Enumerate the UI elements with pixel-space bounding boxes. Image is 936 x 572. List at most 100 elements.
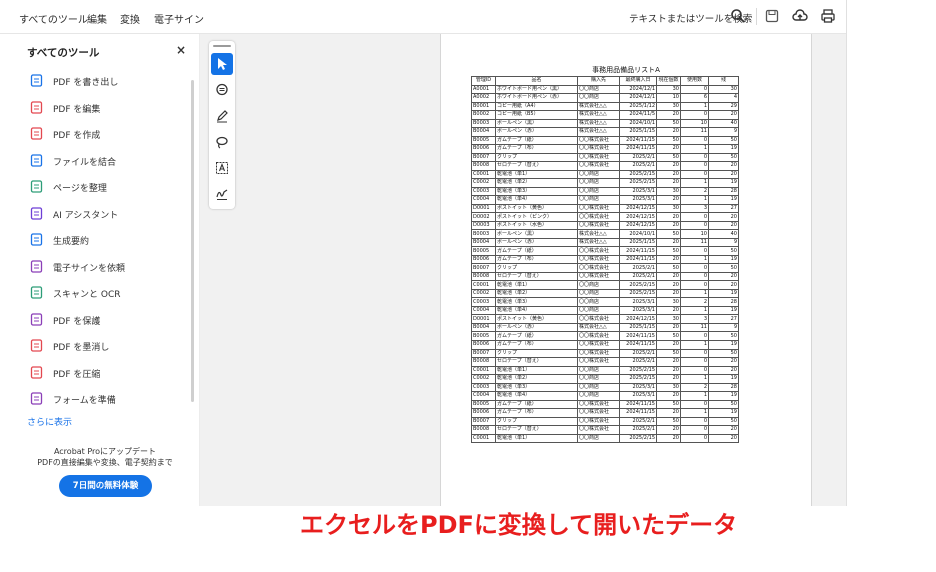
quick-tools-rail — [209, 41, 235, 209]
table-cell: 〇〇商店 — [577, 433, 620, 444]
table-cell: 50 — [656, 246, 681, 256]
table-row: B0005 ガムテープ（紙） 〇〇株式会社 2024/11/15 50 0 50 — [471, 331, 739, 341]
table-cell: コピー用紙（A4） — [495, 101, 578, 112]
table-cell: 〇〇株式会社 — [577, 314, 620, 324]
select-tool-button[interactable] — [211, 53, 233, 75]
document-title: 事務用品備品リストA — [592, 66, 660, 74]
table-cell: C0003 — [471, 186, 496, 197]
table-cell: 2024/11/15 — [619, 399, 657, 410]
table-cell: 〇〇商店 — [577, 305, 620, 316]
scan-ocr-icon — [30, 286, 43, 299]
table-cell: C0001 — [471, 169, 496, 180]
table-row: B0004 ボールペン（赤） 株式会社△△ 2025/1/15 20 11 9 — [471, 322, 739, 333]
sidebar-tool-item[interactable]: AI アシスタント — [30, 206, 190, 224]
sidebar-tool-label: PDF を作成 — [53, 131, 101, 141]
table-cell: 20 — [656, 127, 681, 137]
request-esign-icon — [30, 259, 43, 273]
sidebar-tool-item[interactable]: ページを整理 — [30, 179, 190, 197]
table-cell: 〇〇株式会社 — [577, 263, 620, 273]
table-cell: 0 — [680, 161, 709, 171]
close-icon[interactable]: × — [176, 43, 186, 57]
search-icon[interactable] — [730, 8, 746, 24]
sidebar-tool-label: PDF を墨消し — [53, 343, 110, 353]
table-cell: 19 — [708, 288, 739, 299]
table-cell: 2025/2/15 — [619, 374, 657, 384]
table-cell: 50 — [656, 331, 681, 341]
table-cell: 0 — [680, 416, 709, 427]
sidebar-tool-item[interactable]: スキャンと OCR — [30, 285, 190, 303]
table-cell: 0 — [680, 271, 709, 282]
lasso-tool-button[interactable] — [211, 131, 233, 153]
table-cell: 2025/1/15 — [619, 322, 657, 333]
table-cell: 乾電池（単4） — [495, 391, 578, 401]
sidebar-tool-item[interactable]: PDF を書き出し — [30, 73, 190, 91]
table-cell: B0003 — [471, 229, 496, 239]
table-row: B0007 クリップ 〇〇株式会社 2025/2/1 50 0 50 — [471, 348, 739, 358]
rail-grip[interactable] — [213, 45, 231, 47]
table-row: B0005 ガムテープ（紙） 〇〇株式会社 2024/11/15 50 0 50 — [471, 135, 739, 146]
text-tool-button[interactable] — [211, 157, 233, 179]
sign-tool-button[interactable] — [211, 183, 233, 205]
sidebar-tool-label: 生成要約 — [53, 237, 90, 247]
table-cell: 2024/10/1 — [619, 118, 657, 129]
table-cell: クリップ — [495, 348, 578, 358]
table-row: B0004 ボールペン（赤） 株式会社△△ 2025/1/15 20 11 9 — [471, 127, 739, 137]
free-trial-button[interactable]: 7日間の無料体験 — [59, 475, 152, 497]
sidebar-tool-item[interactable]: 生成要約 — [30, 232, 190, 250]
table-cell: 11 — [680, 237, 709, 248]
sidebar-tool-item[interactable]: PDF を圧縮 — [30, 365, 190, 383]
table-cell: ガムテープ（紙） — [495, 331, 578, 341]
table-row: A0002 ホワイトボード用ペン（赤） 〇〇商店 2024/12/1 10 6 4 — [471, 93, 739, 103]
table-cell: 20 — [656, 161, 681, 171]
table-row: B0006 ガムテープ（布） 〇〇株式会社 2024/11/15 20 1 19 — [471, 254, 739, 265]
show-more-link[interactable]: さらに表示 — [27, 415, 72, 428]
print-icon[interactable] — [820, 8, 836, 24]
table-cell: 2025/3/1 — [619, 186, 657, 197]
table-cell: 乾電池（単1） — [495, 169, 578, 180]
sidebar-tool-item[interactable]: ファイルを結合 — [30, 153, 190, 171]
menu-convert[interactable]: 変換 — [120, 11, 140, 26]
table-cell: 20 — [708, 220, 739, 231]
table-cell: 19 — [708, 254, 739, 265]
table-cell: B0008 — [471, 271, 496, 282]
table-cell: 20 — [708, 425, 739, 435]
table-cell: 1 — [680, 340, 709, 350]
table-cell: 20 — [656, 288, 681, 299]
table-row: B0002 コピー用紙（B5） 株式会社△△ 2024/11/5 20 0 20 — [471, 110, 739, 120]
table-cell: 27 — [708, 314, 739, 324]
table-row: C0003 乾電池（単3） 〇〇商店 2025/3/1 30 2 28 — [471, 382, 739, 393]
comment-tool-button[interactable] — [211, 79, 233, 101]
table-cell: 〇〇株式会社 — [577, 425, 620, 435]
table-cell: 20 — [708, 365, 739, 376]
table-cell: 2024/12/1 — [619, 84, 657, 95]
table-cell: ホワイトボード用ペン（赤） — [495, 93, 578, 103]
table-cell: 1 — [680, 101, 709, 112]
table-row: B0004 ボールペン（赤） 株式会社△△ 2025/1/15 20 11 9 — [471, 237, 739, 248]
sidebar-tool-item[interactable]: フォームを準備 — [30, 391, 190, 409]
cloud-upload-icon[interactable] — [792, 8, 808, 24]
sidebar-tool-item[interactable]: 電子サインを依頼 — [30, 259, 190, 277]
sidebar-tool-item[interactable]: PDF を作成 — [30, 126, 190, 144]
menu-e-sign[interactable]: 電子サイン — [154, 11, 204, 26]
table-cell: B0004 — [471, 127, 496, 137]
table-cell: 20 — [708, 280, 739, 290]
table-cell: 20 — [708, 357, 739, 367]
table-cell: 2025/2/15 — [619, 365, 657, 376]
table-cell: 〇〇株式会社 — [577, 220, 620, 231]
sidebar-scrollbar[interactable] — [191, 80, 194, 402]
sidebar-tool-item[interactable]: PDF を墨消し — [30, 338, 190, 356]
menu-all-tools[interactable]: すべてのツール — [19, 11, 88, 26]
table-cell: 〇〇商店 — [577, 178, 620, 188]
table-cell: B0002 — [471, 110, 496, 120]
table-cell: 2025/1/15 — [619, 237, 657, 248]
table-cell: 20 — [656, 220, 681, 231]
sidebar-tool-item[interactable]: PDF を保護 — [30, 312, 190, 330]
menu-edit[interactable]: 編集 — [87, 11, 107, 26]
table-cell: 乾電池（単3） — [495, 382, 578, 393]
save-icon[interactable] — [764, 8, 780, 24]
table-row: D0003 ポストイット（水色） 〇〇株式会社 2024/12/15 20 0 20 — [471, 220, 739, 231]
table-cell: 〇〇商店 — [577, 195, 620, 205]
draw-tool-button[interactable] — [211, 105, 233, 127]
table-cell: 20 — [708, 212, 739, 222]
sidebar-tool-item[interactable]: PDF を編集 — [30, 100, 190, 118]
